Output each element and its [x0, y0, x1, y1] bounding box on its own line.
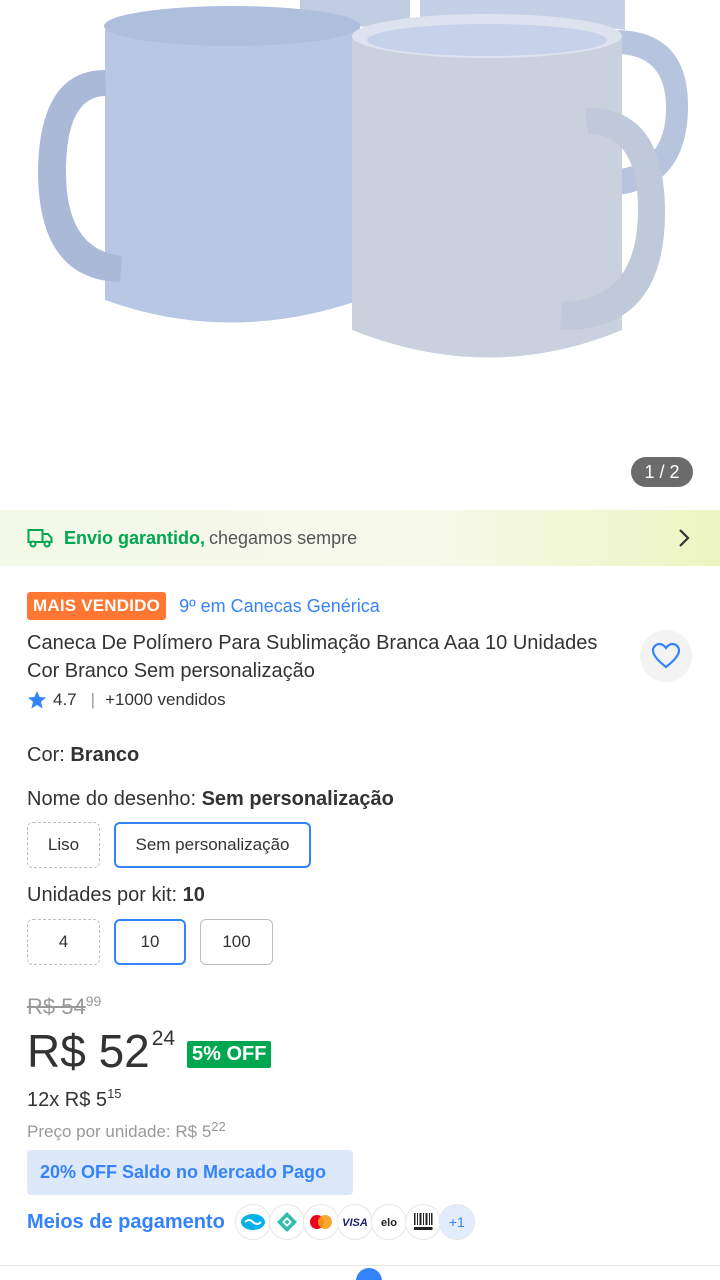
truck-icon — [27, 529, 53, 548]
boleto-icon — [404, 1204, 441, 1240]
mercado-pago-promo[interactable]: 20% OFF Saldo no Mercado Pago — [27, 1150, 353, 1195]
more-payment-methods[interactable]: +1 — [438, 1204, 475, 1240]
bottom-divider — [0, 1265, 720, 1266]
old-price: R$ 5499 — [27, 993, 101, 1020]
best-seller-badge: MAIS VENDIDO — [27, 592, 167, 620]
shipping-banner[interactable]: Envio garantido, chegamos sempre — [0, 510, 720, 566]
unit-price-cents: 22 — [211, 1119, 226, 1134]
units-option-10[interactable]: 10 — [114, 919, 186, 965]
sold-count: +1000 vendidos — [105, 690, 226, 709]
current-price-amount: R$ 52 — [27, 1025, 150, 1077]
color-label: Cor: — [27, 744, 65, 766]
design-variation: Nome do desenho: Sem personalização — [27, 788, 394, 811]
design-value: Sem personalização — [201, 788, 394, 810]
design-label: Nome do desenho: — [27, 788, 197, 810]
mastercard-icon — [302, 1204, 339, 1240]
pix-icon — [268, 1204, 305, 1240]
design-option-liso[interactable]: Liso — [27, 822, 100, 868]
units-value: 10 — [182, 884, 205, 906]
current-price: R$ 5224 — [27, 1024, 175, 1078]
visa-icon: VISA — [336, 1204, 373, 1240]
rating-score: 4.7 — [53, 690, 77, 709]
product-gallery[interactable]: 1 / 2 — [0, 0, 720, 510]
product-image — [38, 0, 689, 358]
rating-row[interactable]: 4.7 | +1000 vendidos — [27, 690, 226, 710]
installments-amount: 12x R$ 5 — [27, 1089, 108, 1111]
svg-text:VISA: VISA — [342, 1217, 368, 1228]
rating-separator: | — [90, 690, 96, 709]
elo-icon: elo — [370, 1204, 407, 1240]
mercado-pago-icon — [234, 1204, 271, 1240]
heart-icon — [651, 642, 681, 669]
installments: 12x R$ 515 — [27, 1086, 122, 1112]
installments-cents: 15 — [107, 1086, 122, 1101]
image-counter: 1 / 2 — [631, 457, 693, 487]
shipping-strong-text: Envio garantido, — [64, 527, 206, 548]
old-price-cents: 99 — [85, 993, 102, 1009]
product-title: Caneca De Polímero Para Sublimação Branc… — [27, 632, 598, 682]
badges-row: MAIS VENDIDO 9º em Canecas Genérica — [27, 592, 380, 620]
svg-text:elo: elo — [381, 1217, 397, 1228]
scroll-indicator — [356, 1268, 382, 1280]
unit-price-amount: Preço por unidade: R$ 5 — [27, 1122, 212, 1141]
old-price-amount: R$ 54 — [27, 994, 86, 1019]
shipping-rest-text: chegamos sempre — [209, 527, 358, 548]
favorite-button[interactable] — [640, 630, 692, 682]
units-option-100[interactable]: 100 — [200, 919, 273, 965]
units-label: Unidades por kit: — [27, 884, 178, 906]
chevron-right-icon — [679, 529, 690, 547]
color-variation: Cor: Branco — [27, 744, 139, 767]
discount-badge: 5% OFF — [187, 1041, 272, 1068]
units-option-4[interactable]: 4 — [27, 919, 100, 965]
color-value: Branco — [70, 744, 140, 766]
current-price-cents: 24 — [151, 1027, 176, 1050]
ranking-link[interactable]: 9º em Canecas Genérica — [179, 596, 380, 617]
star-icon — [28, 691, 46, 709]
units-variation: Unidades por kit: 10 — [27, 884, 205, 907]
design-option-sem-personalizacao[interactable]: Sem personalização — [114, 822, 311, 868]
payment-methods-link[interactable]: Meios de pagamento — [27, 1211, 225, 1234]
payment-methods-row[interactable]: Meios de pagamento VISA elo +1 — [27, 1204, 475, 1240]
unit-price: Preço por unidade: R$ 522 — [27, 1119, 226, 1142]
